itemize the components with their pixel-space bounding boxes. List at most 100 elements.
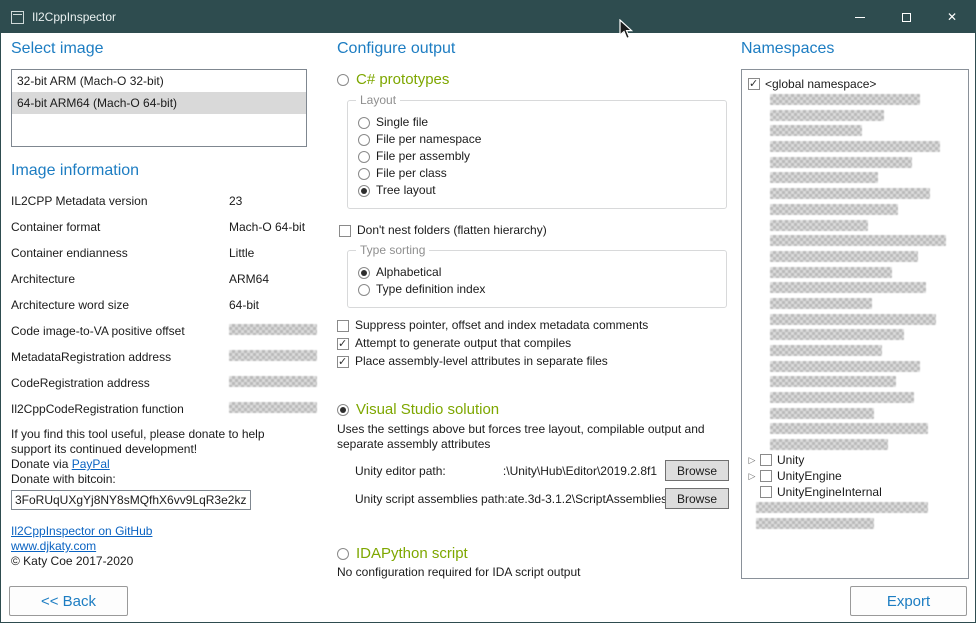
namespace-row[interactable]: UnityEngineInternal bbox=[746, 484, 964, 500]
unity-editor-browse-button[interactable]: Browse bbox=[665, 460, 729, 481]
unity-script-path-label: Unity script assemblies path: bbox=[355, 492, 508, 506]
namespace-row-redacted bbox=[746, 343, 964, 359]
vs-solution-radio[interactable]: Visual Studio solution bbox=[337, 401, 729, 418]
close-button[interactable]: ✕ bbox=[929, 1, 975, 33]
info-row: Code image-to-VA positive offset bbox=[11, 319, 307, 345]
namespace-checkbox[interactable] bbox=[760, 470, 772, 482]
export-button[interactable]: Export bbox=[850, 586, 967, 616]
info-value bbox=[229, 324, 317, 338]
vs-solution-description: Uses the settings above but forces tree … bbox=[337, 422, 729, 452]
cs-checkboxes: Suppress pointer, offset and index metad… bbox=[337, 318, 729, 369]
radio-label: Alphabetical bbox=[376, 265, 441, 280]
info-value: 64-bit bbox=[229, 298, 259, 312]
redacted-text bbox=[229, 376, 317, 387]
namespace-list[interactable]: <global namespace> ▷ Unity▷UnityEngineUnit… bbox=[741, 69, 969, 579]
checkbox-icon bbox=[339, 225, 351, 237]
layout-group-label: Layout bbox=[356, 93, 400, 107]
namespace-row-redacted bbox=[746, 264, 964, 280]
radio-option[interactable]: Type definition index bbox=[358, 282, 718, 297]
namespace-row[interactable]: ▷ Unity bbox=[746, 453, 964, 469]
namespace-row-redacted bbox=[746, 500, 964, 516]
configure-output-heading: Configure output bbox=[337, 39, 729, 59]
namespace-row-redacted bbox=[746, 327, 964, 343]
image-list-item[interactable]: 32-bit ARM (Mach-O 32-bit) bbox=[12, 70, 306, 92]
namespaces-heading: Namespaces bbox=[741, 39, 969, 59]
radio-option[interactable]: File per assembly bbox=[358, 149, 718, 164]
info-row: Container formatMach-O 64-bit bbox=[11, 215, 307, 241]
radio-label: File per assembly bbox=[376, 149, 470, 164]
redacted-text bbox=[770, 282, 926, 293]
info-row: CodeRegistration address bbox=[11, 371, 307, 397]
radio-icon bbox=[337, 404, 349, 416]
namespaces-column: Namespaces <global namespace>▷Unity▷Unit… bbox=[741, 39, 969, 579]
minimize-button[interactable] bbox=[837, 1, 883, 33]
redacted-text bbox=[770, 423, 928, 434]
flatten-checkbox[interactable]: Don't nest folders (flatten hierarchy) bbox=[339, 223, 729, 238]
namespace-label: Unity bbox=[777, 453, 804, 467]
radio-icon bbox=[358, 134, 370, 146]
idapython-label: IDAPython script bbox=[356, 545, 468, 562]
website-link[interactable]: www.djkaty.com bbox=[11, 539, 96, 553]
radio-option[interactable]: Alphabetical bbox=[358, 265, 718, 280]
unity-editor-path-row: Unity editor path: :\Unity\Hub\Editor\20… bbox=[355, 460, 729, 481]
checkbox-option[interactable]: Place assembly-level attributes in separ… bbox=[337, 354, 729, 369]
radio-option[interactable]: Single file bbox=[358, 115, 718, 130]
namespace-checkbox[interactable] bbox=[760, 486, 772, 498]
unity-editor-path-value[interactable]: :\Unity\Hub\Editor\2019.2.8f1 bbox=[446, 464, 665, 478]
radio-option[interactable]: File per namespace bbox=[358, 132, 718, 147]
unity-script-path-row: Unity script assemblies path: ate.3d-3.1… bbox=[355, 488, 729, 509]
redacted-text bbox=[770, 439, 888, 450]
checkbox-label: Place assembly-level attributes in separ… bbox=[355, 354, 608, 369]
bitcoin-address-input[interactable] bbox=[11, 490, 251, 510]
radio-option[interactable]: Tree layout bbox=[358, 183, 718, 198]
info-value: Little bbox=[229, 246, 254, 260]
info-row: Architecture word size64-bit bbox=[11, 293, 307, 319]
expander-icon[interactable]: ▷ bbox=[746, 455, 758, 466]
namespace-row-redacted bbox=[746, 421, 964, 437]
github-link[interactable]: Il2CppInspector on GitHub bbox=[11, 524, 152, 538]
radio-icon bbox=[358, 117, 370, 129]
radio-option[interactable]: File per class bbox=[358, 166, 718, 181]
namespace-row-redacted bbox=[746, 217, 964, 233]
image-list-item[interactable]: 64-bit ARM64 (Mach-O 64-bit) bbox=[12, 92, 306, 114]
redacted-text bbox=[770, 188, 930, 199]
paypal-link[interactable]: PayPal bbox=[72, 457, 110, 471]
image-information-heading: Image information bbox=[11, 161, 307, 181]
idapython-radio[interactable]: IDAPython script bbox=[337, 545, 729, 562]
checkbox-option[interactable]: Attempt to generate output that compiles bbox=[337, 336, 729, 351]
namespace-row[interactable]: ▷UnityEngine bbox=[746, 468, 964, 484]
namespace-row[interactable]: <global namespace> bbox=[746, 76, 964, 92]
maximize-button[interactable] bbox=[883, 1, 929, 33]
image-list[interactable]: 32-bit ARM (Mach-O 32-bit)64-bit ARM64 (… bbox=[11, 69, 307, 147]
donate-via-line: Donate via PayPal bbox=[11, 457, 307, 472]
namespace-checkbox[interactable] bbox=[760, 454, 772, 466]
vs-solution-label: Visual Studio solution bbox=[356, 401, 499, 418]
bitcoin-label: Donate with bitcoin: bbox=[11, 472, 307, 487]
unity-script-browse-button[interactable]: Browse bbox=[665, 488, 729, 509]
namespace-checkbox[interactable] bbox=[748, 78, 760, 90]
radio-icon bbox=[358, 168, 370, 180]
layout-options: Single file File per namespace File per as… bbox=[358, 115, 718, 198]
csharp-prototypes-radio[interactable]: C# prototypes bbox=[337, 71, 729, 88]
namespace-row-redacted bbox=[746, 92, 964, 108]
radio-icon bbox=[358, 267, 370, 279]
minimize-icon bbox=[855, 17, 865, 18]
redacted-text bbox=[770, 94, 920, 105]
namespace-row-redacted bbox=[746, 202, 964, 218]
flatten-checkbox-label: Don't nest folders (flatten hierarchy) bbox=[357, 223, 547, 238]
unity-editor-path-label: Unity editor path: bbox=[355, 464, 446, 478]
namespace-row-redacted bbox=[746, 186, 964, 202]
checkbox-option[interactable]: Suppress pointer, offset and index metad… bbox=[337, 318, 729, 333]
radio-label: File per namespace bbox=[376, 132, 481, 147]
info-row: IL2CPP Metadata version23 bbox=[11, 189, 307, 215]
redacted-text bbox=[770, 157, 912, 168]
namespace-row-redacted bbox=[746, 107, 964, 123]
close-icon: ✕ bbox=[947, 11, 957, 23]
expander-icon[interactable]: ▷ bbox=[746, 471, 758, 482]
unity-script-path-value[interactable]: ate.3d-3.1.2\ScriptAssemblies bbox=[508, 492, 665, 506]
redacted-text bbox=[229, 324, 317, 335]
back-button[interactable]: << Back bbox=[9, 586, 128, 616]
info-value bbox=[229, 402, 317, 416]
namespace-row-redacted bbox=[746, 233, 964, 249]
redacted-text bbox=[770, 329, 904, 340]
